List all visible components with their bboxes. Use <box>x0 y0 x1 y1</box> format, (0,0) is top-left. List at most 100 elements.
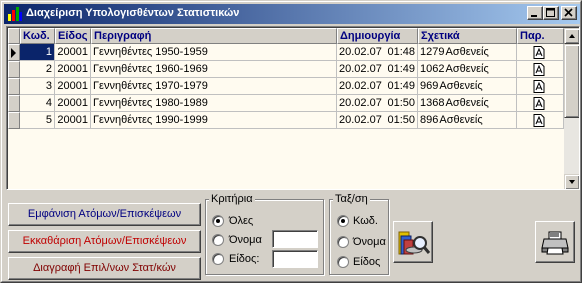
printer-icon <box>541 231 569 255</box>
database-search-icon <box>398 231 431 255</box>
header-indicator <box>8 28 20 44</box>
current-row-icon <box>11 48 16 58</box>
cell-description[interactable]: Γεννηθέντες 1960-1969 <box>91 61 337 78</box>
cell-related[interactable]: 969Ασθενείς <box>418 78 517 95</box>
criteria-type-input[interactable] <box>272 250 318 268</box>
document-icon[interactable] <box>533 80 545 93</box>
sort-code-radio[interactable] <box>337 215 349 227</box>
row-indicator <box>8 112 20 129</box>
cell-description[interactable]: Γεννηθέντες 1980-1989 <box>91 95 337 112</box>
cell-code[interactable]: 5 <box>20 112 55 129</box>
vertical-scrollbar[interactable] <box>564 28 579 189</box>
table-row[interactable]: 4 20001 Γεννηθέντες 1980-1989 20.02.07 01:50… <box>8 95 564 112</box>
minimize-button[interactable] <box>527 6 543 20</box>
sort-type-radio[interactable] <box>337 256 349 268</box>
cell-related[interactable]: 1062Ασθενείς <box>418 61 517 78</box>
created-time: 01:49 <box>387 63 415 75</box>
cell-params[interactable] <box>517 61 564 78</box>
maximize-button[interactable] <box>543 6 559 20</box>
cell-created[interactable]: 20.02.07 01:50 <box>337 95 418 112</box>
cell-created[interactable]: 20.02.07 01:50 <box>337 112 418 129</box>
header-params[interactable]: Παρ. <box>517 28 564 44</box>
header-description[interactable]: Περιγραφή <box>91 28 337 44</box>
window-title: Διαχείριση Υπολογισθέντων Στατιστικών <box>26 7 240 19</box>
criteria-all-radio[interactable] <box>212 215 224 227</box>
sort-name-radio[interactable] <box>337 236 349 248</box>
close-button[interactable] <box>561 6 577 20</box>
cell-description[interactable]: Γεννηθέντες 1990-1999 <box>91 112 337 129</box>
criteria-name-radio[interactable] <box>212 234 224 246</box>
cell-description[interactable]: Γεννηθέντες 1950-1959 <box>91 44 337 61</box>
document-icon[interactable] <box>533 63 545 76</box>
related-count: 896 <box>420 114 439 126</box>
header-type[interactable]: Είδος <box>55 28 91 44</box>
table-row[interactable]: 2 20001 Γεννηθέντες 1960-1969 20.02.07 01:49… <box>8 61 564 78</box>
scroll-up-button[interactable] <box>564 28 579 44</box>
table-row[interactable]: 1 20001 Γεννηθέντες 1950-1959 20.02.07 01:48… <box>8 44 564 61</box>
cell-related[interactable]: 1368Ασθενείς <box>418 95 517 112</box>
cell-params[interactable] <box>517 95 564 112</box>
related-kind: Ασθενείς <box>439 114 483 126</box>
cell-type[interactable]: 20001 <box>55 78 91 95</box>
created-date: 20.02.07 <box>339 80 382 92</box>
created-time: 01:48 <box>387 46 415 58</box>
scroll-thumb[interactable] <box>564 44 579 118</box>
cell-type[interactable]: 20001 <box>55 95 91 112</box>
created-time: 01:49 <box>387 80 415 92</box>
title-bar[interactable]: Διαχείριση Υπολογισθέντων Στατιστικών <box>4 4 580 24</box>
cell-created[interactable]: 20.02.07 01:49 <box>337 78 418 95</box>
criteria-name-input[interactable] <box>272 230 318 248</box>
cell-params[interactable] <box>517 112 564 129</box>
criteria-all-label: Όλες <box>229 215 254 227</box>
related-kind: Ασθενείς <box>439 80 483 92</box>
cell-params[interactable] <box>517 44 564 61</box>
table-row[interactable]: 5 20001 Γεννηθέντες 1990-1999 20.02.07 01:50… <box>8 112 564 129</box>
document-icon[interactable] <box>533 46 545 59</box>
cell-code[interactable]: 1 <box>20 44 55 61</box>
scroll-down-button[interactable] <box>564 174 579 189</box>
row-indicator <box>8 61 20 78</box>
table-row[interactable]: 3 20001 Γεννηθέντες 1970-1979 20.02.07 01:49… <box>8 78 564 95</box>
row-indicator <box>8 78 20 95</box>
statistics-grid[interactable]: Κωδ. Είδος Περιγραφή Δημιουργία Σχετικά … <box>6 26 580 190</box>
header-created[interactable]: Δημιουργία <box>337 28 418 44</box>
sort-code-label: Κωδ. <box>353 215 378 227</box>
document-icon[interactable] <box>533 97 545 110</box>
show-persons-button[interactable]: Εμφάνιση Ατόμων/Επισκέψεων <box>8 203 201 226</box>
app-icon <box>7 6 23 22</box>
delete-statistics-button[interactable]: Διαγραφή Επιλ/νων Στατ/κών <box>8 257 201 280</box>
criteria-type-label: Είδος: <box>229 253 260 265</box>
cell-code[interactable]: 2 <box>20 61 55 78</box>
cell-related[interactable]: 1279Ασθενείς <box>418 44 517 61</box>
row-indicator <box>8 95 20 112</box>
sort-name-label: Όνομα <box>353 236 386 248</box>
cell-code[interactable]: 4 <box>20 95 55 112</box>
cell-description[interactable]: Γεννηθέντες 1970-1979 <box>91 78 337 95</box>
related-count: 1279 <box>420 46 445 58</box>
cell-type[interactable]: 20001 <box>55 112 91 129</box>
header-code[interactable]: Κωδ. <box>20 28 55 44</box>
cell-created[interactable]: 20.02.07 01:49 <box>337 61 418 78</box>
row-indicator <box>8 44 20 61</box>
sort-type-label: Είδος <box>353 256 381 268</box>
related-kind: Ασθενείς <box>445 63 489 75</box>
related-kind: Ασθενείς <box>445 97 489 109</box>
print-button[interactable] <box>535 221 575 263</box>
cell-related[interactable]: 896Ασθενείς <box>418 112 517 129</box>
search-database-button[interactable] <box>393 221 433 263</box>
cell-type[interactable]: 20001 <box>55 44 91 61</box>
main-window: Διαχείριση Υπολογισθέντων Στατιστικών Κω… <box>0 0 582 283</box>
header-related[interactable]: Σχετικά <box>418 28 517 44</box>
criteria-legend: Κριτήρια <box>209 193 255 205</box>
cell-created[interactable]: 20.02.07 01:48 <box>337 44 418 61</box>
cell-type[interactable]: 20001 <box>55 61 91 78</box>
grid-header: Κωδ. Είδος Περιγραφή Δημιουργία Σχετικά … <box>8 28 564 44</box>
clear-persons-button[interactable]: Εκκαθάριση Ατόμων/Επισκέψεων <box>8 230 201 253</box>
cell-params[interactable] <box>517 78 564 95</box>
criteria-type-radio[interactable] <box>212 253 224 265</box>
document-icon[interactable] <box>533 114 545 127</box>
cell-code[interactable]: 3 <box>20 78 55 95</box>
created-date: 20.02.07 <box>339 114 382 126</box>
criteria-name-label: Όνομα <box>229 234 262 246</box>
created-time: 01:50 <box>387 97 415 109</box>
